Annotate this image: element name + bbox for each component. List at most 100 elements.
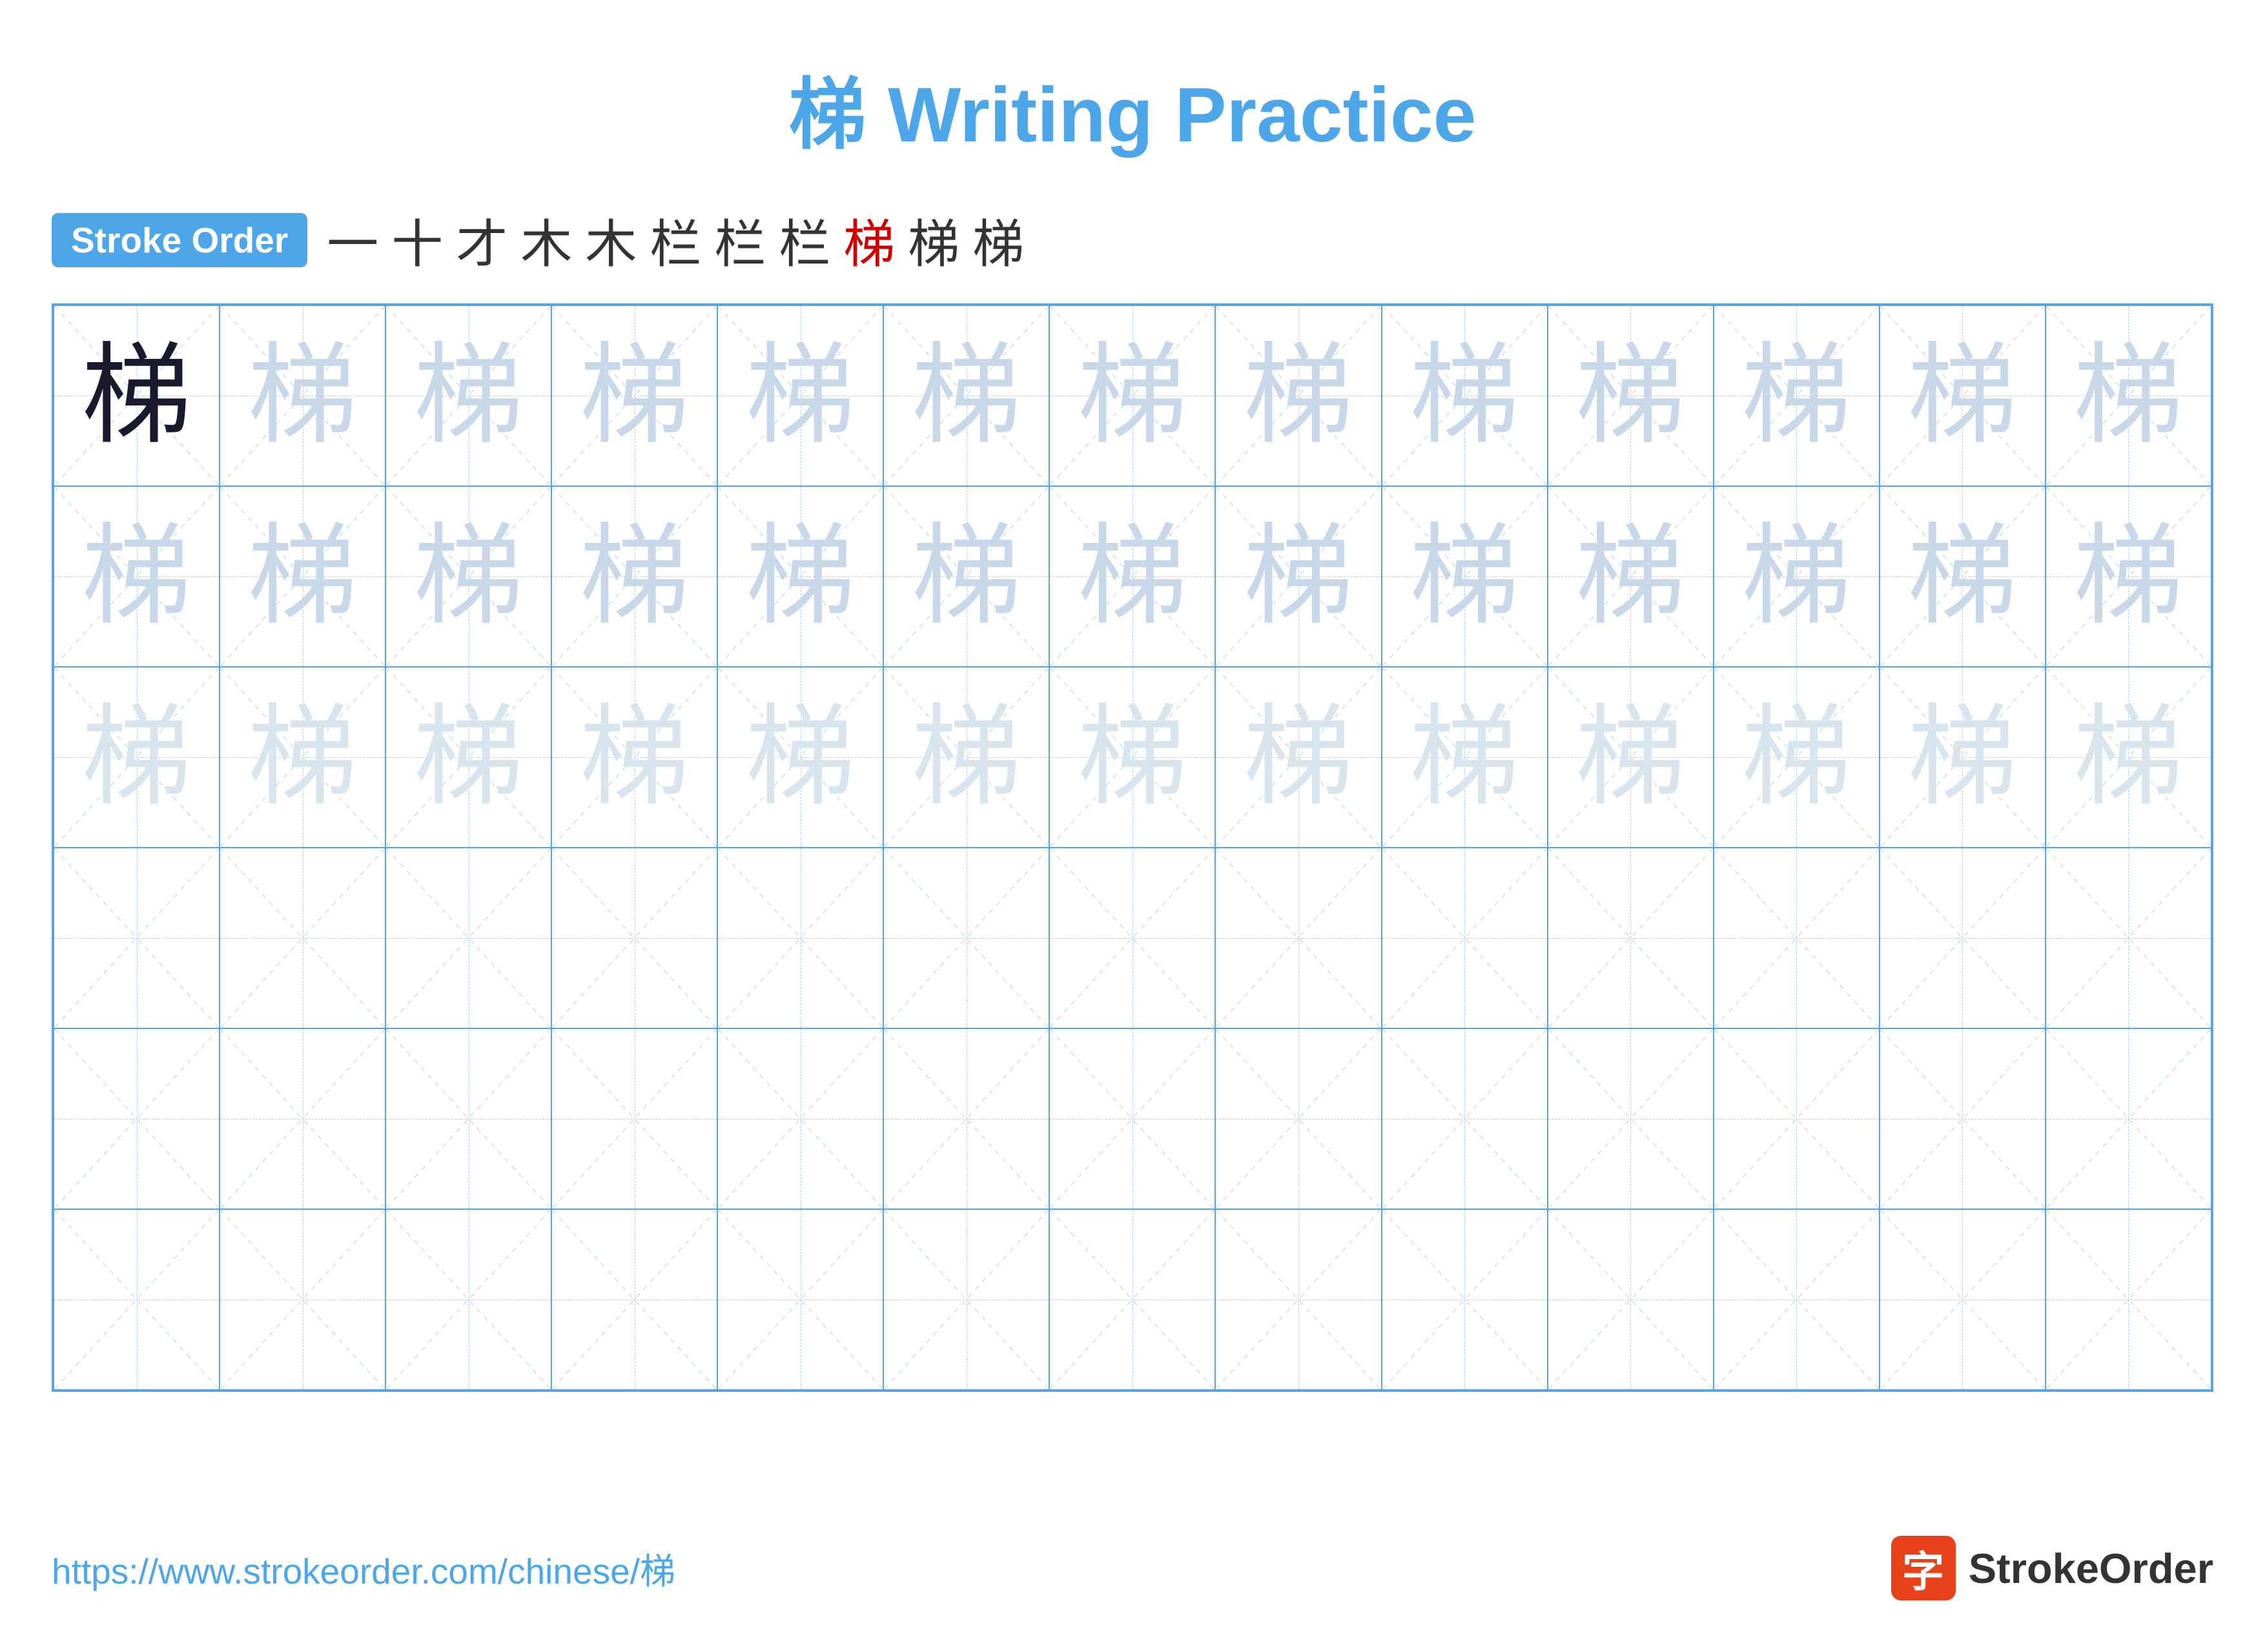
cell-5-11[interactable] [1714, 1028, 1880, 1209]
cell-2-9[interactable]: 梯 [1382, 486, 1548, 667]
cell-2-8[interactable]: 梯 [1215, 486, 1381, 667]
stroke-3: 才 [456, 203, 507, 278]
cell-1-12[interactable]: 梯 [1880, 305, 2045, 486]
cell-5-12[interactable] [1880, 1028, 2045, 1209]
cell-6-6[interactable] [883, 1209, 1049, 1390]
cell-3-3[interactable]: 梯 [385, 667, 551, 848]
cell-3-2[interactable]: 梯 [220, 667, 385, 848]
cell-4-13[interactable] [2045, 848, 2211, 1028]
stroke-7: 栏 [714, 203, 766, 278]
cell-2-6[interactable]: 梯 [883, 486, 1049, 667]
cell-3-10[interactable]: 梯 [1548, 667, 1714, 848]
cell-6-3[interactable] [385, 1209, 551, 1390]
cell-3-11[interactable]: 梯 [1714, 667, 1880, 848]
cell-6-10[interactable] [1548, 1209, 1714, 1390]
cell-1-2[interactable]: 梯 [220, 305, 385, 486]
cell-3-7[interactable]: 梯 [1049, 667, 1215, 848]
cell-3-1[interactable]: 梯 [54, 667, 220, 848]
brand-icon: 字 [1891, 1536, 1956, 1600]
cell-2-3[interactable]: 梯 [385, 486, 551, 667]
cell-5-5[interactable] [717, 1028, 883, 1209]
stroke-9: 梯 [843, 203, 895, 278]
cell-6-1[interactable] [54, 1209, 220, 1390]
cell-1-8[interactable]: 梯 [1215, 305, 1381, 486]
footer-url[interactable]: https://www.strokeorder.com/chinese/梯 [52, 1542, 675, 1594]
cell-5-6[interactable] [883, 1028, 1049, 1209]
cell-2-11[interactable]: 梯 [1714, 486, 1880, 667]
cell-5-13[interactable] [2045, 1028, 2211, 1209]
footer: https://www.strokeorder.com/chinese/梯 字 … [52, 1536, 2213, 1600]
cell-2-5[interactable]: 梯 [717, 486, 883, 667]
cell-2-13[interactable]: 梯 [2045, 486, 2211, 667]
cell-4-3[interactable] [385, 848, 551, 1028]
cell-5-1[interactable] [54, 1028, 220, 1209]
stroke-5: 木 [585, 203, 637, 278]
cell-4-7[interactable] [1049, 848, 1215, 1028]
cell-3-6[interactable]: 梯 [883, 667, 1049, 848]
cell-1-3[interactable]: 梯 [385, 305, 551, 486]
cell-2-12[interactable]: 梯 [1880, 486, 2045, 667]
cell-1-4[interactable]: 梯 [551, 305, 717, 486]
cell-2-4[interactable]: 梯 [551, 486, 717, 667]
grid-row-6 [54, 1209, 2211, 1390]
cell-4-5[interactable] [717, 848, 883, 1028]
cell-4-1[interactable] [54, 848, 220, 1028]
cell-1-5[interactable]: 梯 [717, 305, 883, 486]
cell-3-8[interactable]: 梯 [1215, 667, 1381, 848]
cell-1-7[interactable]: 梯 [1049, 305, 1215, 486]
cell-4-2[interactable] [220, 848, 385, 1028]
grid-row-3: 梯 梯 梯 梯 梯 梯 梯 梯 梯 梯 梯 梯 梯 [54, 667, 2211, 848]
stroke-order-row: Stroke Order 一 十 才 木 木 栏 栏 栏 梯 梯 梯 [52, 203, 2213, 278]
brand-name: StrokeOrder [1969, 1544, 2213, 1593]
stroke-4: 木 [520, 203, 572, 278]
stroke-8: 栏 [779, 203, 830, 278]
cell-6-12[interactable] [1880, 1209, 2045, 1390]
cell-1-6[interactable]: 梯 [883, 305, 1049, 486]
cell-4-9[interactable] [1382, 848, 1548, 1028]
cell-4-10[interactable] [1548, 848, 1714, 1028]
cell-4-12[interactable] [1880, 848, 2045, 1028]
cell-3-12[interactable]: 梯 [1880, 667, 2045, 848]
cell-3-4[interactable]: 梯 [551, 667, 717, 848]
cell-6-5[interactable] [717, 1209, 883, 1390]
cell-5-10[interactable] [1548, 1028, 1714, 1209]
cell-6-7[interactable] [1049, 1209, 1215, 1390]
cell-5-2[interactable] [220, 1028, 385, 1209]
cell-3-9[interactable]: 梯 [1382, 667, 1548, 848]
cell-3-5[interactable]: 梯 [717, 667, 883, 848]
cell-2-10[interactable]: 梯 [1548, 486, 1714, 667]
cell-1-10[interactable]: 梯 [1548, 305, 1714, 486]
stroke-10: 梯 [908, 203, 959, 278]
cell-2-2[interactable]: 梯 [220, 486, 385, 667]
grid-row-4 [54, 848, 2211, 1028]
cell-6-9[interactable] [1382, 1209, 1548, 1390]
cell-4-8[interactable] [1215, 848, 1381, 1028]
footer-brand: 字 StrokeOrder [1891, 1536, 2213, 1600]
cell-6-11[interactable] [1714, 1209, 1880, 1390]
cell-4-4[interactable] [551, 848, 717, 1028]
cell-5-3[interactable] [385, 1028, 551, 1209]
cell-4-6[interactable] [883, 848, 1049, 1028]
cell-6-2[interactable] [220, 1209, 385, 1390]
cell-5-9[interactable] [1382, 1028, 1548, 1209]
cell-2-1[interactable]: 梯 [54, 486, 220, 667]
cell-1-1[interactable]: 梯 [54, 305, 220, 486]
cell-4-11[interactable] [1714, 848, 1880, 1028]
cell-2-7[interactable]: 梯 [1049, 486, 1215, 667]
stroke-11: 梯 [972, 203, 1024, 278]
stroke-2: 十 [391, 203, 443, 278]
cell-6-4[interactable] [551, 1209, 717, 1390]
cell-5-4[interactable] [551, 1028, 717, 1209]
cell-5-8[interactable] [1215, 1028, 1381, 1209]
stroke-1: 一 [327, 203, 378, 278]
cell-1-9[interactable]: 梯 [1382, 305, 1548, 486]
cell-1-11[interactable]: 梯 [1714, 305, 1880, 486]
grid-row-2: 梯 梯 梯 梯 梯 梯 梯 梯 梯 梯 梯 梯 梯 [54, 486, 2211, 667]
cell-3-13[interactable]: 梯 [2045, 667, 2211, 848]
cell-5-7[interactable] [1049, 1028, 1215, 1209]
cell-1-13[interactable]: 梯 [2045, 305, 2211, 486]
stroke-order-badge: Stroke Order [52, 213, 307, 267]
cell-6-8[interactable] [1215, 1209, 1381, 1390]
cell-6-13[interactable] [2045, 1209, 2211, 1390]
grid-row-5 [54, 1028, 2211, 1209]
